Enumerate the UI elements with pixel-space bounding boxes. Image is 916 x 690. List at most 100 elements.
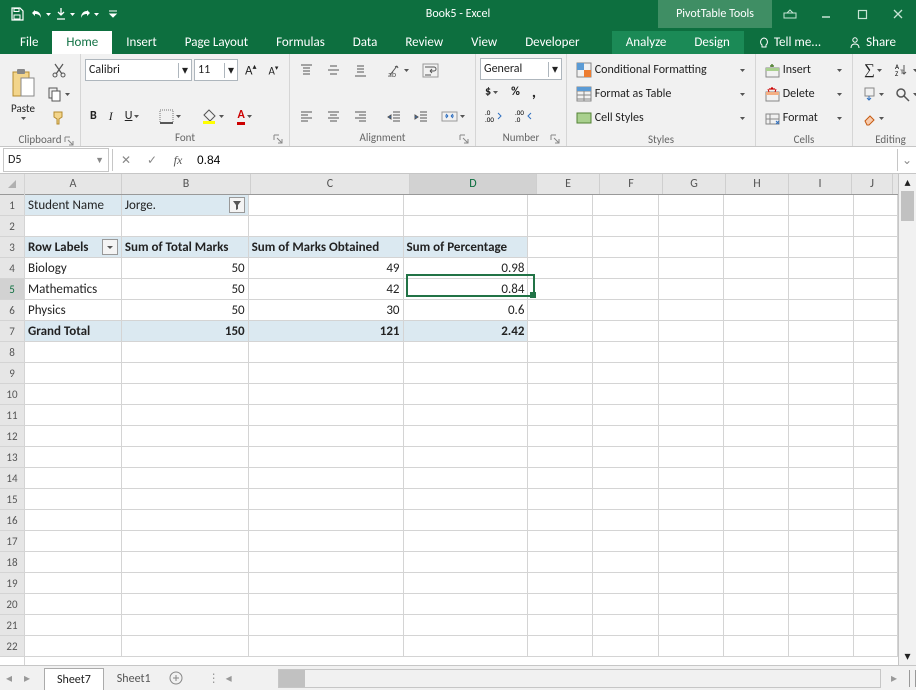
cell[interactable]	[404, 594, 529, 614]
cell[interactable]	[659, 216, 724, 236]
cell[interactable]	[404, 636, 529, 656]
cell[interactable]	[593, 552, 658, 572]
increase-decimal-button[interactable]: .0.00	[480, 104, 508, 128]
find-select-button[interactable]	[890, 83, 916, 107]
cell[interactable]	[854, 363, 898, 383]
cell[interactable]	[659, 384, 724, 404]
grow-font-button[interactable]: A▴	[240, 58, 262, 82]
cell[interactable]	[724, 447, 789, 467]
minimize-icon[interactable]	[808, 0, 844, 28]
cell[interactable]	[122, 531, 249, 551]
cell[interactable]	[659, 321, 724, 341]
cell[interactable]	[404, 216, 529, 236]
fill-color-button[interactable]	[196, 104, 230, 128]
cell[interactable]	[854, 300, 898, 320]
cell[interactable]	[528, 426, 593, 446]
tab-data[interactable]: Data	[339, 31, 392, 54]
row-header-12[interactable]: 12	[0, 426, 24, 447]
number-format-combo[interactable]: General▾	[480, 58, 562, 80]
cut-button[interactable]	[42, 58, 76, 82]
cell[interactable]	[724, 468, 789, 488]
share-button[interactable]: Share	[835, 31, 910, 54]
cell[interactable]: 49	[249, 258, 404, 278]
cell[interactable]	[724, 510, 789, 530]
cell[interactable]	[249, 468, 404, 488]
cell[interactable]	[724, 363, 789, 383]
column-header-F[interactable]: F	[600, 174, 663, 194]
cell[interactable]	[724, 321, 789, 341]
cell[interactable]	[593, 489, 658, 509]
cell[interactable]	[854, 279, 898, 299]
qat-customize-icon[interactable]	[102, 3, 124, 25]
merge-center-button[interactable]	[436, 104, 471, 128]
new-sheet-button[interactable]	[164, 671, 188, 685]
close-icon[interactable]	[880, 0, 916, 28]
cell[interactable]	[854, 489, 898, 509]
cell[interactable]	[122, 405, 249, 425]
cell[interactable]	[724, 258, 789, 278]
row-header-13[interactable]: 13	[0, 447, 24, 468]
cell[interactable]	[122, 342, 249, 362]
row-header-17[interactable]: 17	[0, 531, 24, 552]
cell[interactable]	[122, 552, 249, 572]
cell[interactable]	[249, 342, 404, 362]
dialog-launcher-icon[interactable]	[64, 136, 74, 146]
cell[interactable]	[249, 552, 404, 572]
row-header-10[interactable]: 10	[0, 384, 24, 405]
row-header-21[interactable]: 21	[0, 615, 24, 636]
cell[interactable]	[528, 300, 593, 320]
cell[interactable]	[724, 237, 789, 257]
cell[interactable]	[724, 489, 789, 509]
cell[interactable]	[724, 384, 789, 404]
cell[interactable]	[249, 363, 404, 383]
cell[interactable]	[724, 300, 789, 320]
cell[interactable]	[25, 594, 122, 614]
cell[interactable]	[593, 447, 658, 467]
cell[interactable]	[789, 405, 854, 425]
cancel-formula-icon[interactable]: ✕	[113, 149, 139, 171]
cell[interactable]	[724, 195, 789, 215]
cell[interactable]	[25, 447, 122, 467]
cell[interactable]	[25, 363, 122, 383]
column-header-J[interactable]: J	[852, 174, 893, 194]
cell[interactable]	[854, 510, 898, 530]
cell[interactable]	[528, 636, 593, 656]
cell[interactable]	[25, 552, 122, 572]
row-header-8[interactable]: 8	[0, 342, 24, 363]
format-as-table-button[interactable]: Format as Table	[571, 82, 751, 106]
row-header-6[interactable]: 6	[0, 300, 24, 321]
cell[interactable]	[789, 468, 854, 488]
conditional-formatting-button[interactable]: Conditional Formatting	[571, 58, 751, 82]
cell[interactable]	[659, 363, 724, 383]
cell[interactable]	[593, 405, 658, 425]
tab-view[interactable]: View	[457, 31, 511, 54]
cell[interactable]	[593, 468, 658, 488]
cell[interactable]	[789, 237, 854, 257]
cell[interactable]	[122, 489, 249, 509]
redo-icon[interactable]	[78, 3, 100, 25]
sheet-nav-first[interactable]: ◂	[0, 668, 18, 688]
column-header-H[interactable]: H	[726, 174, 789, 194]
cell[interactable]	[122, 510, 249, 530]
cell[interactable]	[25, 531, 122, 551]
paste-button[interactable]: Paste	[4, 56, 42, 132]
tab-formulas[interactable]: Formulas	[262, 31, 339, 54]
cell[interactable]	[659, 594, 724, 614]
cell[interactable]	[854, 405, 898, 425]
cell[interactable]	[659, 615, 724, 635]
cell[interactable]	[593, 426, 658, 446]
column-header-A[interactable]: A	[25, 174, 122, 194]
cell[interactable]	[249, 216, 404, 236]
cell[interactable]: Student Name	[25, 195, 122, 215]
cell[interactable]	[528, 489, 593, 509]
cell[interactable]	[854, 321, 898, 341]
cell[interactable]	[122, 594, 249, 614]
cell[interactable]	[789, 636, 854, 656]
row-header-4[interactable]: 4	[0, 258, 24, 279]
cell[interactable]	[659, 237, 724, 257]
cell[interactable]	[724, 636, 789, 656]
decrease-indent-button[interactable]	[382, 104, 407, 128]
cell[interactable]	[122, 447, 249, 467]
cell[interactable]	[249, 531, 404, 551]
column-header-D[interactable]: D	[410, 174, 537, 194]
